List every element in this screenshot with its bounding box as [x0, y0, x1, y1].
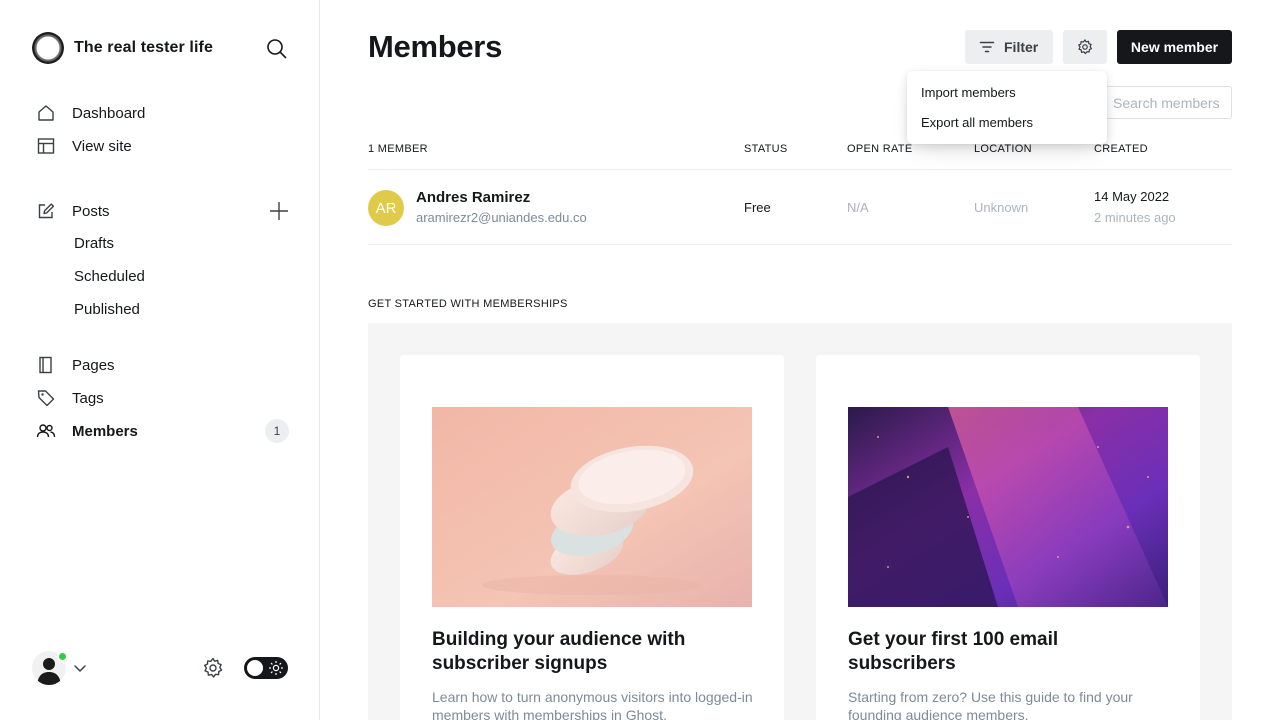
theme-toggle[interactable] [244, 657, 288, 679]
nav-item-members[interactable]: Members [36, 419, 138, 443]
pen-icon [36, 201, 56, 221]
gear-icon [1078, 39, 1093, 55]
guide-card-subscriber-signups[interactable]: Building your audience with subscriber s… [400, 355, 784, 720]
sun-icon [269, 661, 283, 675]
new-member-button[interactable]: New member [1117, 30, 1232, 64]
table-row[interactable]: AR Andres Ramirez aramirezr2@uniandes.ed… [368, 170, 1232, 244]
export-members-item[interactable]: Export all members [907, 109, 1107, 139]
guide-card-text: Starting from zero? Use this guide to fi… [848, 689, 1133, 720]
guide-card-text: Learn how to turn anonymous visitors int… [432, 689, 753, 720]
home-icon [36, 103, 56, 123]
nav-item-published[interactable]: Published [74, 301, 140, 318]
main-content: Members Filter New member Import members… [320, 0, 1280, 720]
members-settings-button[interactable] [1063, 30, 1107, 64]
member-created-relative: 2 minutes ago [1094, 210, 1176, 225]
sidebar: The real tester life Dashboard View site… [0, 0, 320, 720]
get-started-heading: GET STARTED WITH MEMBERSHIPS [368, 298, 568, 310]
member-open-rate: N/A [847, 200, 869, 215]
member-name: Andres Ramirez [416, 189, 531, 206]
column-header-location[interactable]: LOCATION [974, 143, 1032, 155]
filter-icon [979, 41, 995, 53]
page-title: Members [368, 29, 503, 64]
members-count-badge: 1 [265, 419, 289, 443]
nav-item-posts[interactable]: Posts [36, 199, 110, 223]
tag-icon [36, 388, 56, 408]
chevron-down-icon[interactable] [72, 660, 88, 676]
filter-button[interactable]: Filter [965, 30, 1053, 64]
users-icon [36, 421, 56, 441]
guide-card-image [848, 407, 1168, 607]
guide-card-first-100-subscribers[interactable]: Get your first 100 email subscribers Sta… [816, 355, 1200, 720]
online-status-dot [57, 651, 68, 662]
toggle-knob [247, 660, 263, 676]
guide-card-title: Building your audience with subscriber s… [432, 629, 686, 674]
layout-icon [36, 136, 56, 156]
settings-dropdown-menu: Import members Export all members [907, 71, 1107, 144]
table-divider [368, 244, 1232, 245]
member-email: aramirezr2@uniandes.edu.co [416, 210, 587, 225]
nav-label-pages: Pages [72, 356, 115, 374]
site-logo[interactable] [32, 32, 64, 64]
column-header-created[interactable]: CREATED [1094, 143, 1148, 155]
settings-gear-icon[interactable] [201, 656, 225, 680]
guide-card-image [432, 407, 752, 607]
member-location: Unknown [974, 200, 1029, 215]
nav-item-tags[interactable]: Tags [36, 386, 104, 410]
nav-item-pages[interactable]: Pages [36, 353, 115, 377]
column-header-status[interactable]: STATUS [744, 143, 788, 155]
add-post-icon[interactable] [267, 199, 291, 223]
member-avatar: AR [368, 190, 404, 226]
nav-item-view-site[interactable]: View site [36, 134, 132, 158]
member-status: Free [744, 200, 771, 215]
nav-item-drafts[interactable]: Drafts [74, 235, 114, 252]
nav-label-members: Members [72, 422, 138, 440]
nav-label-posts: Posts [72, 202, 110, 220]
search-icon[interactable] [264, 36, 290, 62]
page-icon [36, 355, 56, 375]
nav-item-scheduled[interactable]: Scheduled [74, 268, 145, 285]
nav-label-view-site: View site [72, 137, 132, 155]
nav-label-tags: Tags [72, 389, 104, 407]
import-members-item[interactable]: Import members [907, 79, 1107, 109]
filter-button-label: Filter [1004, 39, 1039, 55]
column-header-member[interactable]: 1 MEMBER [368, 143, 428, 155]
member-created-date: 14 May 2022 [1094, 189, 1170, 204]
column-header-open-rate[interactable]: OPEN RATE [847, 143, 912, 155]
site-title[interactable]: The real tester life [74, 39, 213, 57]
nav-item-dashboard[interactable]: Dashboard [36, 101, 145, 125]
nav-label-dashboard: Dashboard [72, 104, 146, 122]
get-started-panel: Building your audience with subscriber s… [368, 323, 1232, 720]
search-members-input[interactable] [1100, 86, 1232, 119]
guide-card-title: Get your first 100 email subscribers [848, 629, 1059, 674]
